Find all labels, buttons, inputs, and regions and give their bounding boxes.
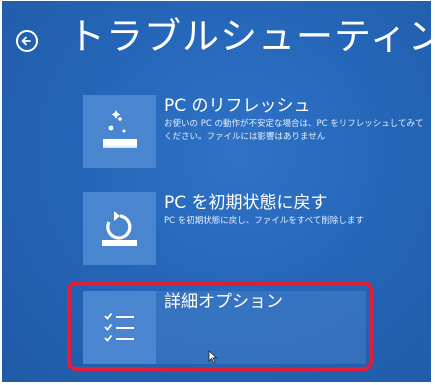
option-title: PC のリフレッシュ: [164, 96, 311, 116]
option-title: PC を初期状態に戻す: [164, 193, 328, 213]
option-text: PC のリフレッシュ お使いの PC の動作が不安定な場合は、PC をリフレッシ…: [164, 95, 429, 143]
option-text: PC を初期状態に戻す PC を初期状態に戻し、ファイルをすべて削除します: [164, 192, 429, 228]
pointer-icon: [208, 350, 218, 364]
reset-pc-icon: [102, 211, 137, 246]
mouse-cursor: [208, 349, 218, 368]
option-text: 詳細オプション: [164, 291, 429, 313]
troubleshoot-screen: トラブルシューティング PC のリフレッシュ お使いの PC の動作が不安定な場…: [2, 1, 431, 382]
back-arrow-icon: [21, 36, 31, 46]
refresh-pc-icon: [103, 110, 137, 148]
page-title: トラブルシューティング: [68, 15, 431, 58]
option-icon-tile: [83, 291, 156, 364]
option-title: 詳細オプション: [164, 292, 283, 312]
option-description: PC を初期状態に戻し、ファイルをすべて削除します: [164, 216, 364, 226]
option-description: お使いの PC の動作が不安定な場合は、PC をリフレッシュしてみてください。フ…: [164, 119, 424, 142]
advanced-options-icon: [104, 312, 134, 342]
back-button[interactable]: [16, 30, 38, 52]
option-icon-tile: [83, 95, 156, 168]
option-icon-tile: [83, 192, 156, 265]
